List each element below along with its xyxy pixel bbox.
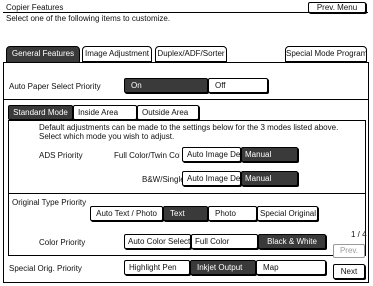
original-type-label: Original Type Priority bbox=[12, 198, 87, 207]
original-auto-text-photo-button[interactable]: Auto Text / Photo bbox=[90, 206, 163, 221]
header-divider bbox=[3, 4, 368, 13]
special-orig-label: Special Orig. Priority bbox=[9, 264, 82, 273]
outside-area-button[interactable]: Outside Area bbox=[137, 105, 199, 120]
prev-page-button[interactable]: Prev. bbox=[333, 244, 365, 258]
color-full-color-button[interactable]: Full Color bbox=[191, 234, 258, 249]
auto-paper-on-button[interactable]: On bbox=[124, 78, 208, 93]
color-auto-select-button[interactable]: Auto Color Select bbox=[124, 234, 191, 249]
auto-paper-off-button[interactable]: Off bbox=[208, 78, 268, 93]
ads-full-color-auto-button[interactable]: Auto Image Density bbox=[182, 147, 241, 162]
special-map-button[interactable]: Map bbox=[256, 260, 326, 275]
instruction-text: Select one of the following items to cus… bbox=[6, 14, 171, 23]
ads-full-color-label: Full Color/Twin Color bbox=[114, 151, 180, 160]
mode-description-line1: Default adjustments can be made to the s… bbox=[39, 123, 339, 132]
ads-bw-manual-button[interactable]: Manual bbox=[241, 171, 298, 186]
standard-mode-button[interactable]: Standard Mode bbox=[8, 105, 73, 120]
ads-priority-label: ADS Priority bbox=[39, 151, 83, 160]
next-page-button[interactable]: Next bbox=[333, 264, 365, 279]
original-special-button[interactable]: Special Original bbox=[257, 206, 318, 221]
ads-full-color-manual-button[interactable]: Manual bbox=[241, 147, 298, 162]
tab-image-adjustment[interactable]: Image Adjustment bbox=[82, 46, 152, 62]
auto-paper-label: Auto Paper Select Priority bbox=[9, 82, 101, 91]
inside-area-button[interactable]: Inside Area bbox=[73, 105, 137, 120]
color-priority-label: Color Priority bbox=[39, 238, 86, 247]
tab-general-features[interactable]: General Features bbox=[6, 46, 80, 63]
tab-special-mode-programs[interactable]: Special Mode Program(s) bbox=[285, 46, 367, 62]
ads-divider bbox=[8, 193, 366, 194]
tab-duplex-adf-sorter[interactable]: Duplex/ADF/Sorter bbox=[155, 46, 227, 62]
page-indicator: 1 / 4 bbox=[351, 230, 367, 239]
ads-bw-auto-button[interactable]: Auto Image Density bbox=[182, 171, 241, 186]
special-inkjet-output-button[interactable]: Inkjet Output bbox=[190, 260, 256, 275]
original-text-button[interactable]: Text bbox=[163, 206, 208, 221]
special-highlight-pen-button[interactable]: Highlight Pen bbox=[124, 260, 190, 275]
ads-bw-label: B&W/Single bbox=[142, 175, 185, 184]
color-black-white-button[interactable]: Black & White bbox=[258, 234, 326, 249]
original-photo-button[interactable]: Photo bbox=[208, 206, 257, 221]
section-divider bbox=[4, 99, 368, 100]
mode-description-line2: Select which mode you wish to adjust. bbox=[39, 132, 175, 141]
